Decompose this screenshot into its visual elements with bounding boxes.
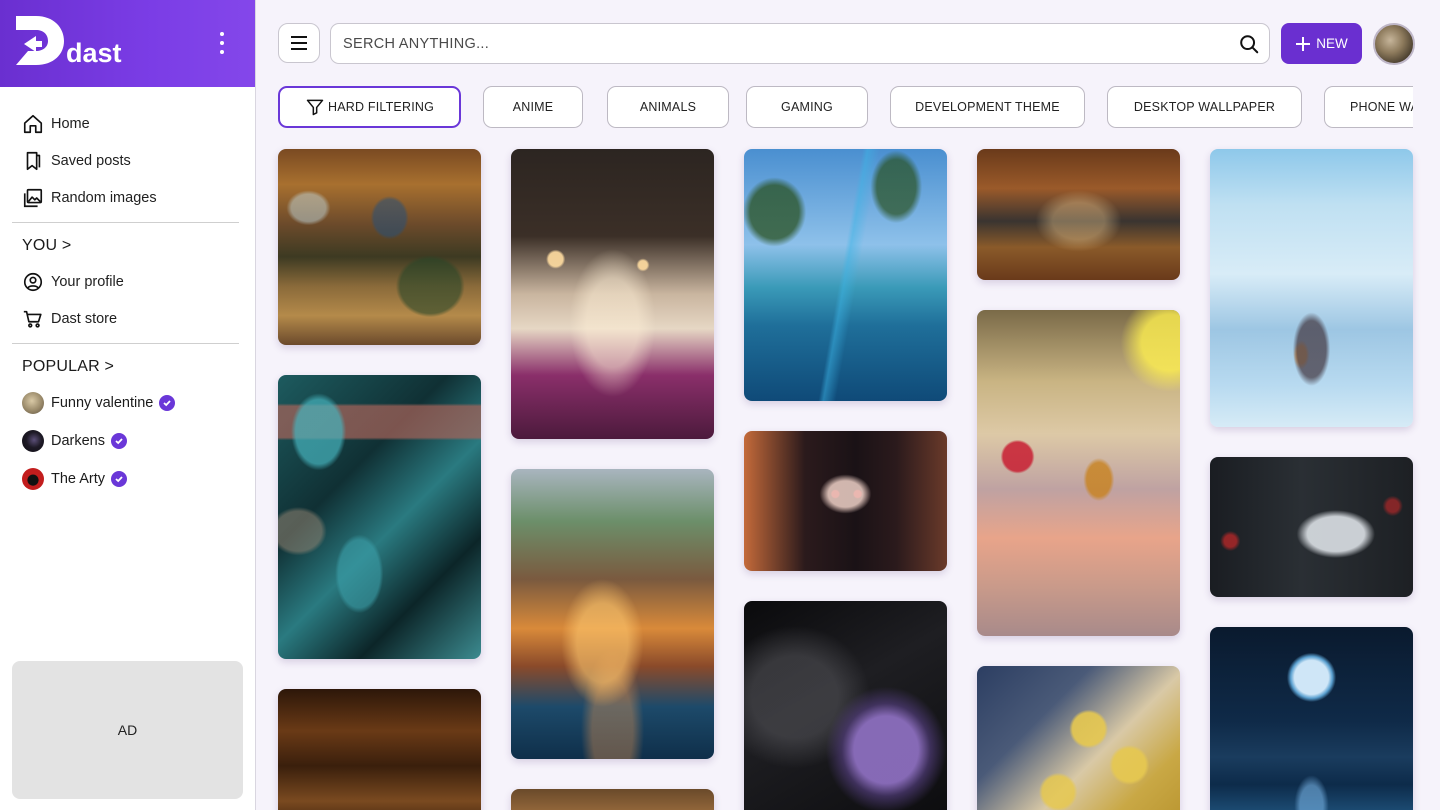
image-card-anime-girl-red-eyes[interactable] <box>744 431 947 571</box>
image-card-wooden-kitchen[interactable] <box>977 149 1180 280</box>
image-card-lounge-interior[interactable] <box>511 149 714 439</box>
image-card-anime-girl-headphones[interactable] <box>1210 457 1413 597</box>
image-card-wood-texture[interactable] <box>278 689 481 810</box>
image-card-cabin-interior[interactable] <box>278 149 481 345</box>
image-card-moon-over-lake[interactable] <box>1210 627 1413 810</box>
image-card-abstract-purple-shape[interactable] <box>744 601 947 810</box>
image-card-infinity-pool-palms[interactable] <box>744 149 947 401</box>
image-card-snowy-cabin[interactable] <box>1210 149 1413 427</box>
image-grid <box>0 0 1440 810</box>
image-card-cocktail-bar[interactable] <box>977 310 1180 636</box>
image-card-rustic-cabin[interactable] <box>511 789 714 810</box>
image-card-tropical-pavilion[interactable] <box>511 469 714 759</box>
image-card-golden-curls-manga[interactable] <box>977 666 1180 810</box>
image-card-teal-stones[interactable] <box>278 375 481 659</box>
